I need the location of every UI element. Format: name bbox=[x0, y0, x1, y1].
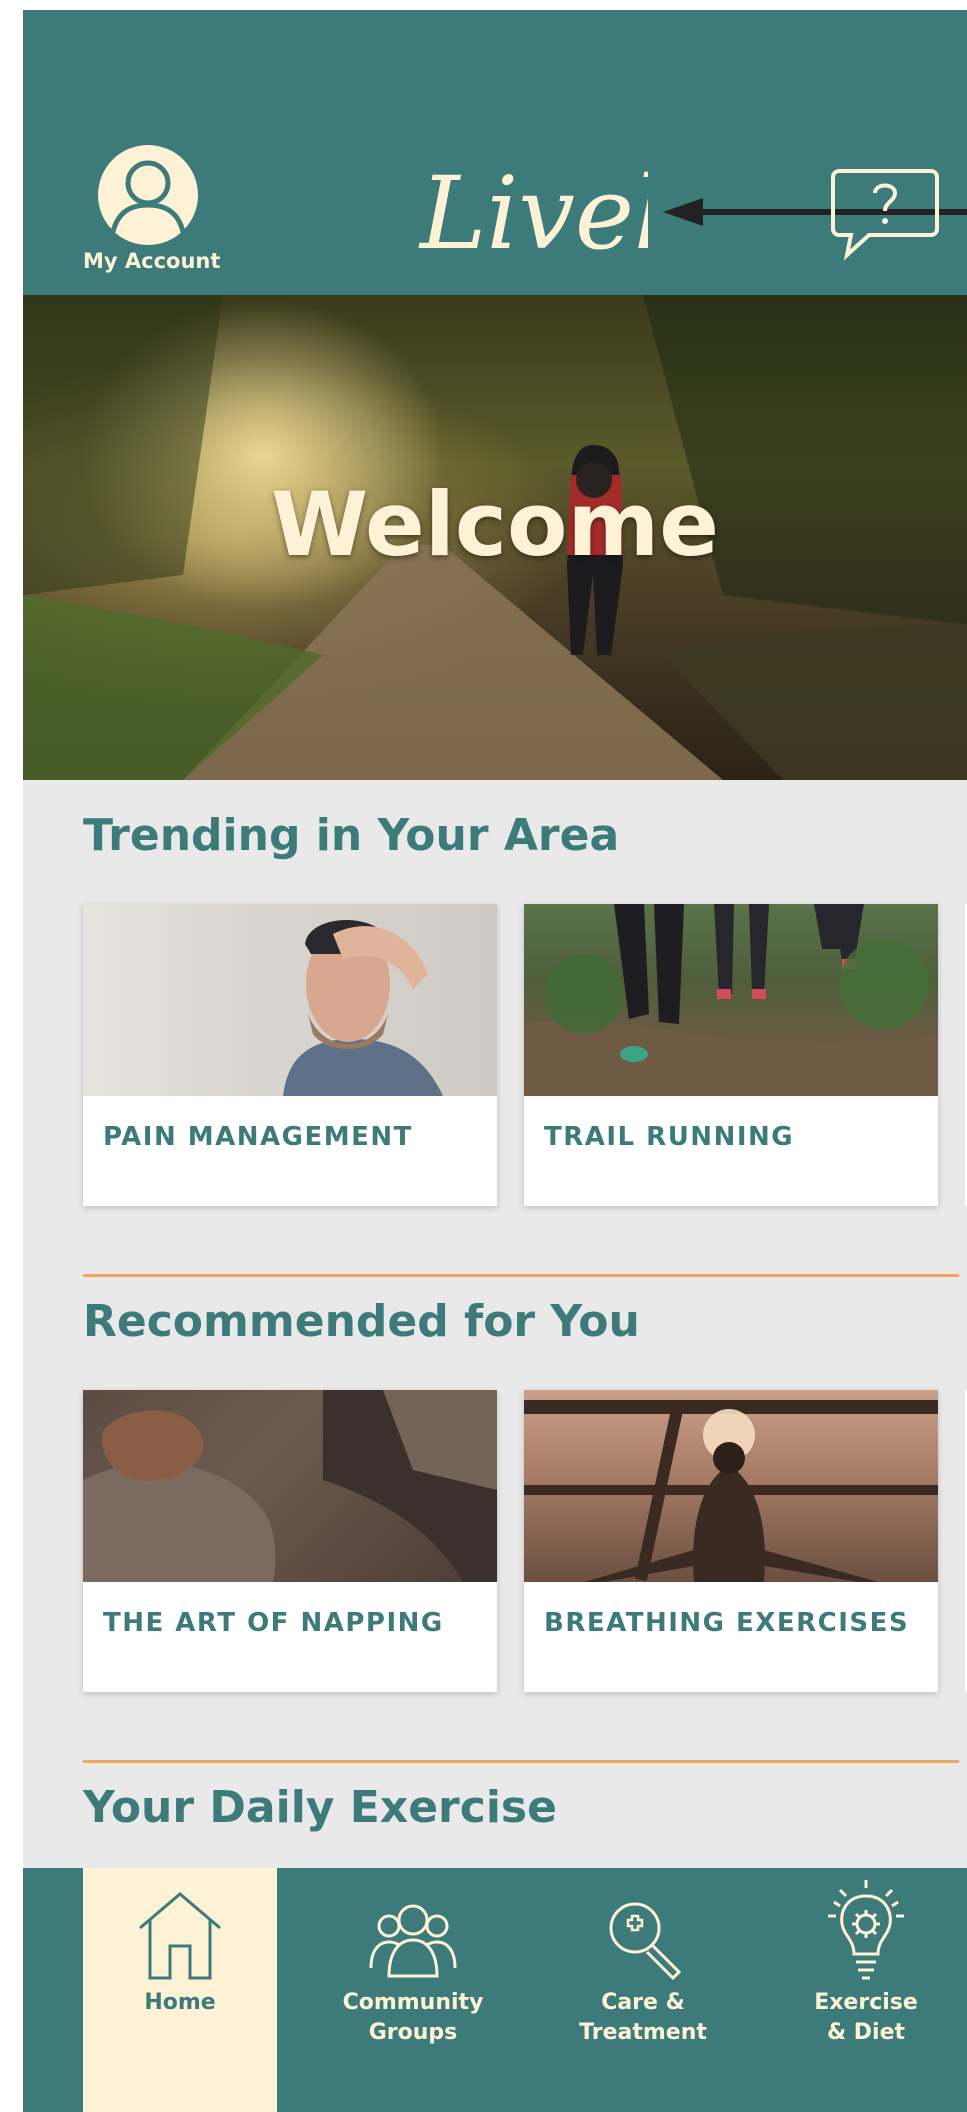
recommended-card-art-of-napping[interactable]: THE ART OF NAPPING bbox=[83, 1390, 497, 1692]
nav-care-treatment[interactable]: Care & Treatment bbox=[548, 1868, 738, 2112]
nav-care-label: Care & Treatment bbox=[579, 1990, 707, 2045]
home-icon bbox=[139, 1892, 221, 1980]
user-avatar-icon bbox=[98, 145, 198, 245]
napping-image bbox=[83, 1390, 497, 1582]
daily-exercise-section-title: Your Daily Exercise bbox=[83, 1782, 557, 1833]
app-header: My Account Lively bbox=[23, 10, 967, 295]
section-divider bbox=[83, 1760, 959, 1763]
my-account-button[interactable]: My Account bbox=[83, 145, 221, 273]
welcome-heading: Welcome bbox=[271, 473, 719, 576]
logo-text: Lively bbox=[418, 155, 648, 268]
bottom-navigation: Home Community Groups Care & Treatment E… bbox=[23, 1868, 967, 2112]
nav-home-label: Home bbox=[144, 1990, 216, 2015]
lightbulb-gear-icon bbox=[828, 1880, 904, 1980]
hero-banner: Welcome bbox=[23, 295, 967, 780]
my-account-label: My Account bbox=[83, 249, 221, 273]
nav-community-groups[interactable]: Community Groups bbox=[323, 1868, 503, 2112]
trail-running-image bbox=[524, 904, 938, 1096]
recommended-section-title: Recommended for You bbox=[83, 1296, 640, 1347]
section-divider bbox=[83, 1274, 959, 1277]
community-icon bbox=[369, 1904, 457, 1978]
breathing-image bbox=[524, 1390, 938, 1582]
card-title: THE ART OF NAPPING bbox=[103, 1608, 444, 1638]
nav-community-label: Community Groups bbox=[342, 1990, 484, 2045]
trending-card-pain-management[interactable]: PAIN MANAGEMENT bbox=[83, 904, 497, 1206]
trending-section-title: Trending in Your Area bbox=[83, 810, 620, 861]
care-magnifier-icon bbox=[609, 1902, 682, 1981]
card-title: PAIN MANAGEMENT bbox=[103, 1122, 413, 1152]
nav-exercise-label: Exercise & Diet bbox=[814, 1990, 918, 2045]
card-title: TRAIL RUNNING bbox=[544, 1122, 795, 1152]
pain-management-image bbox=[83, 904, 497, 1096]
trending-card-trail-running[interactable]: TRAIL RUNNING bbox=[524, 904, 938, 1206]
app-screen: My Account Lively Welcome bbox=[23, 10, 967, 2112]
card-title: BREATHING EXERCISES bbox=[544, 1608, 910, 1638]
nav-exercise-diet[interactable]: Exercise & Diet bbox=[771, 1868, 961, 2112]
nav-home[interactable]: Home bbox=[83, 1868, 277, 2112]
recommended-card-breathing-exercises[interactable]: BREATHING EXERCISES bbox=[524, 1390, 938, 1692]
help-chat-icon[interactable] bbox=[829, 165, 941, 265]
lively-logo: Lively bbox=[408, 138, 648, 268]
